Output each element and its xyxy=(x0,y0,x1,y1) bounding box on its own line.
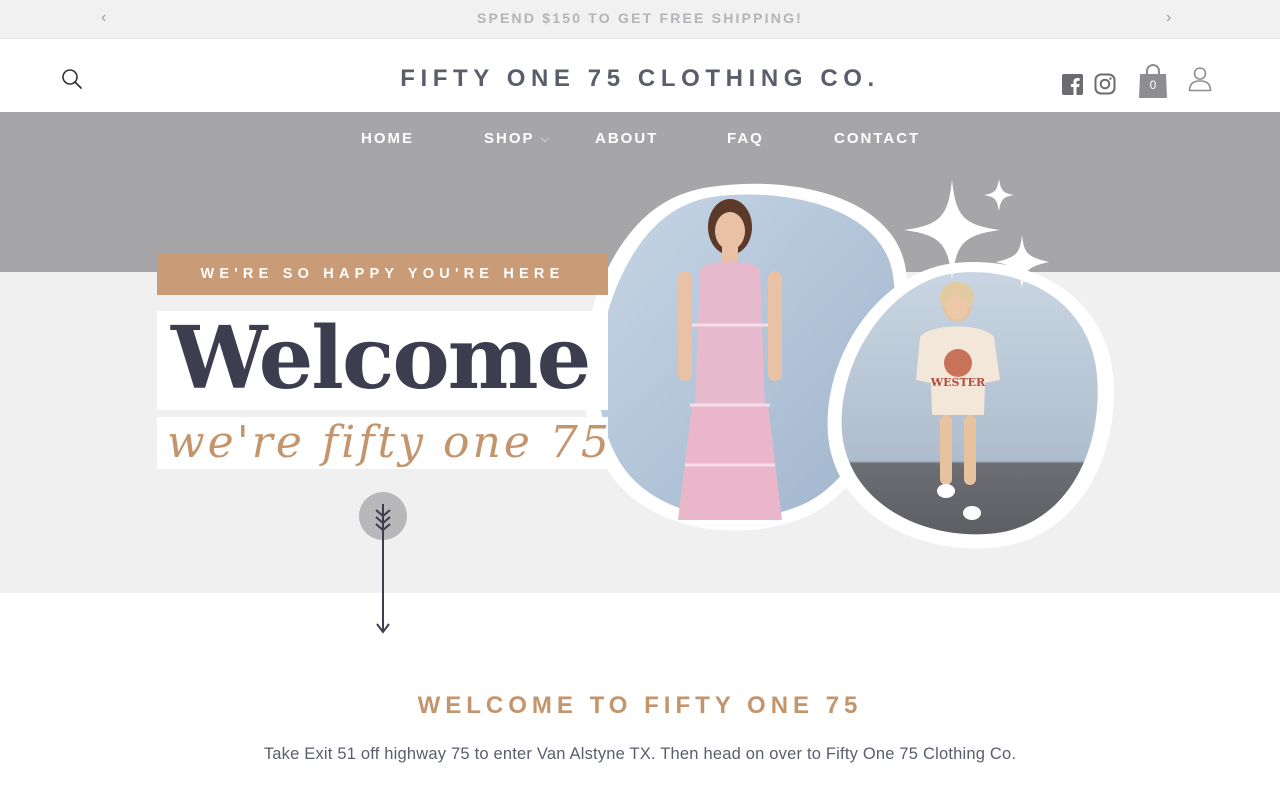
facebook-icon[interactable] xyxy=(1062,74,1083,95)
chevron-right-icon[interactable]: › xyxy=(1166,9,1171,27)
chevron-down-icon: ⌵ xyxy=(540,133,551,145)
nav-item-label: FAQ xyxy=(727,130,764,147)
nav-item-shop[interactable]: SHOP ⌵ xyxy=(484,130,551,147)
hero-tagline: WE'RE SO HAPPY YOU'RE HERE xyxy=(157,253,608,295)
hero-headline: Welcome xyxy=(171,308,591,409)
instagram-icon[interactable] xyxy=(1094,73,1116,95)
announcement-bar: ‹ SPEND $150 TO GET FREE SHIPPING! › xyxy=(0,0,1280,39)
hero-script-text: we're fifty one 75 xyxy=(167,417,612,468)
nav-item-label: CONTACT xyxy=(834,130,921,147)
svg-text:WESTER: WESTER xyxy=(930,376,986,389)
user-icon[interactable] xyxy=(1188,66,1212,92)
nav-item-about[interactable]: ABOUT xyxy=(595,130,658,147)
nav-item-label: ABOUT xyxy=(595,130,659,147)
intro-title: WELCOME TO FIFTY ONE 75 xyxy=(417,692,863,719)
nav-item-contact[interactable]: CONTACT xyxy=(834,130,920,147)
arrow-down-icon[interactable] xyxy=(358,490,408,640)
main-nav: HOME SHOP ⌵ ABOUT FAQ CONTACT xyxy=(0,112,1280,164)
announcement-message: SPEND $150 TO GET FREE SHIPPING! xyxy=(476,10,804,26)
hero-script-box: we're fifty one 75 xyxy=(157,417,609,469)
nav-item-faq[interactable]: FAQ xyxy=(727,130,764,147)
cart-count: 0 xyxy=(1149,78,1157,92)
hero-headline-box: Welcome xyxy=(157,311,608,410)
intro-text: Take Exit 51 off highway 75 to enter Van… xyxy=(263,745,1017,763)
nav-item-label: HOME xyxy=(361,130,414,147)
nav-item-label: SHOP xyxy=(484,130,535,147)
hero-photo-collage: WESTER xyxy=(583,179,1114,549)
site-header: FIFTY ONE 75 CLOTHING CO. 0 xyxy=(0,39,1280,112)
nav-item-home[interactable]: HOME xyxy=(361,130,414,147)
brand-logo[interactable]: FIFTY ONE 75 CLOTHING CO. xyxy=(0,65,1280,93)
